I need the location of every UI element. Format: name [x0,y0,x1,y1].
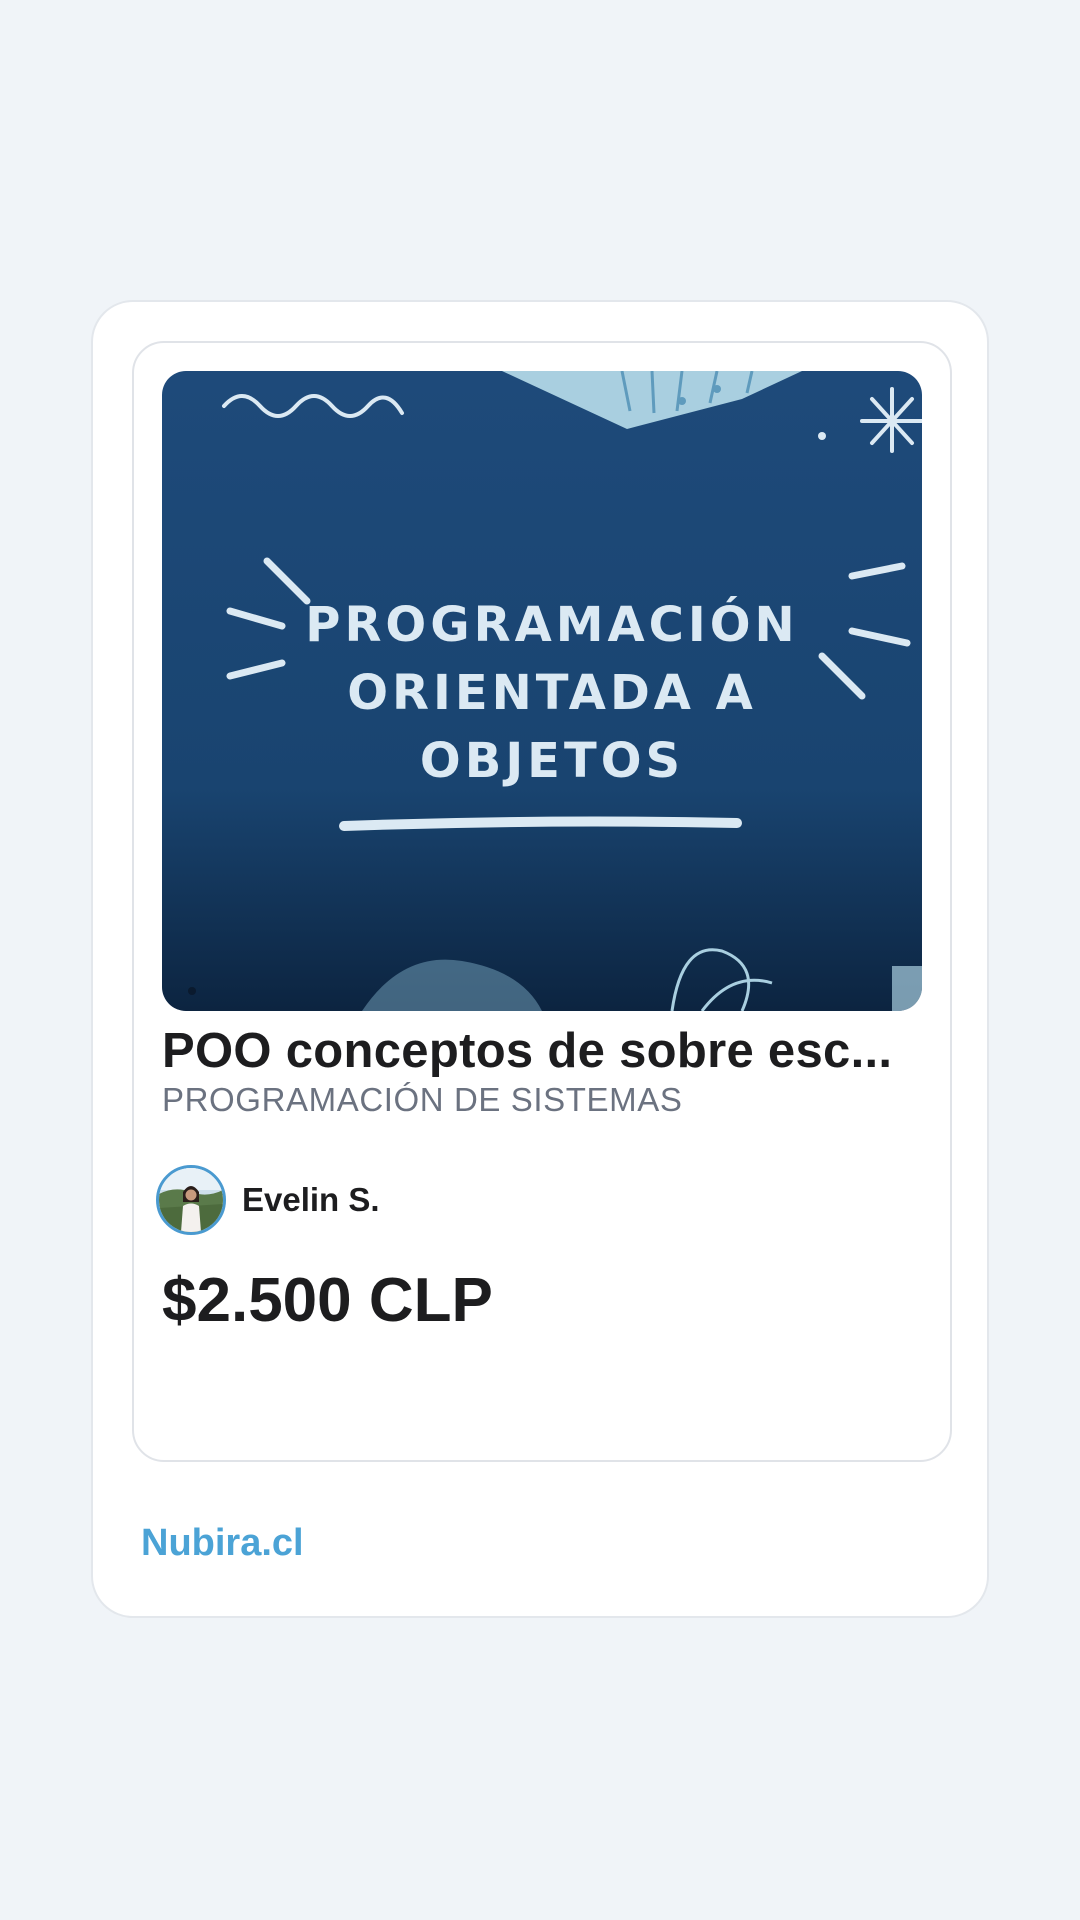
seller-name[interactable]: Evelin S. [242,1181,380,1219]
product-title[interactable]: POO conceptos de sobre esc... [162,1023,922,1079]
product-category: PROGRAMACIÓN DE SISTEMAS [162,1081,683,1118]
thumbnail-text-line-2: ORIENTADA A [347,665,757,721]
brand-link[interactable]: Nubira.cl [141,1522,304,1565]
seller-avatar[interactable] [156,1165,226,1235]
thumbnail-text-line-3: OBJETOS [420,733,684,789]
product-thumbnail[interactable]: PROGRAMACIÓN ORIENTADA A OBJETOS [162,371,922,1011]
thumbnail-artwork: PROGRAMACIÓN ORIENTADA A OBJETOS [162,371,922,1011]
share-card: PROGRAMACIÓN ORIENTADA A OBJETOS POO con… [91,300,989,1618]
thumbnail-text-line-1: PROGRAMACIÓN [305,596,798,653]
product-price: $2.500 CLP [162,1266,493,1335]
seller-info[interactable]: Evelin S. [156,1165,380,1235]
product-card[interactable]: PROGRAMACIÓN ORIENTADA A OBJETOS POO con… [132,341,952,1462]
